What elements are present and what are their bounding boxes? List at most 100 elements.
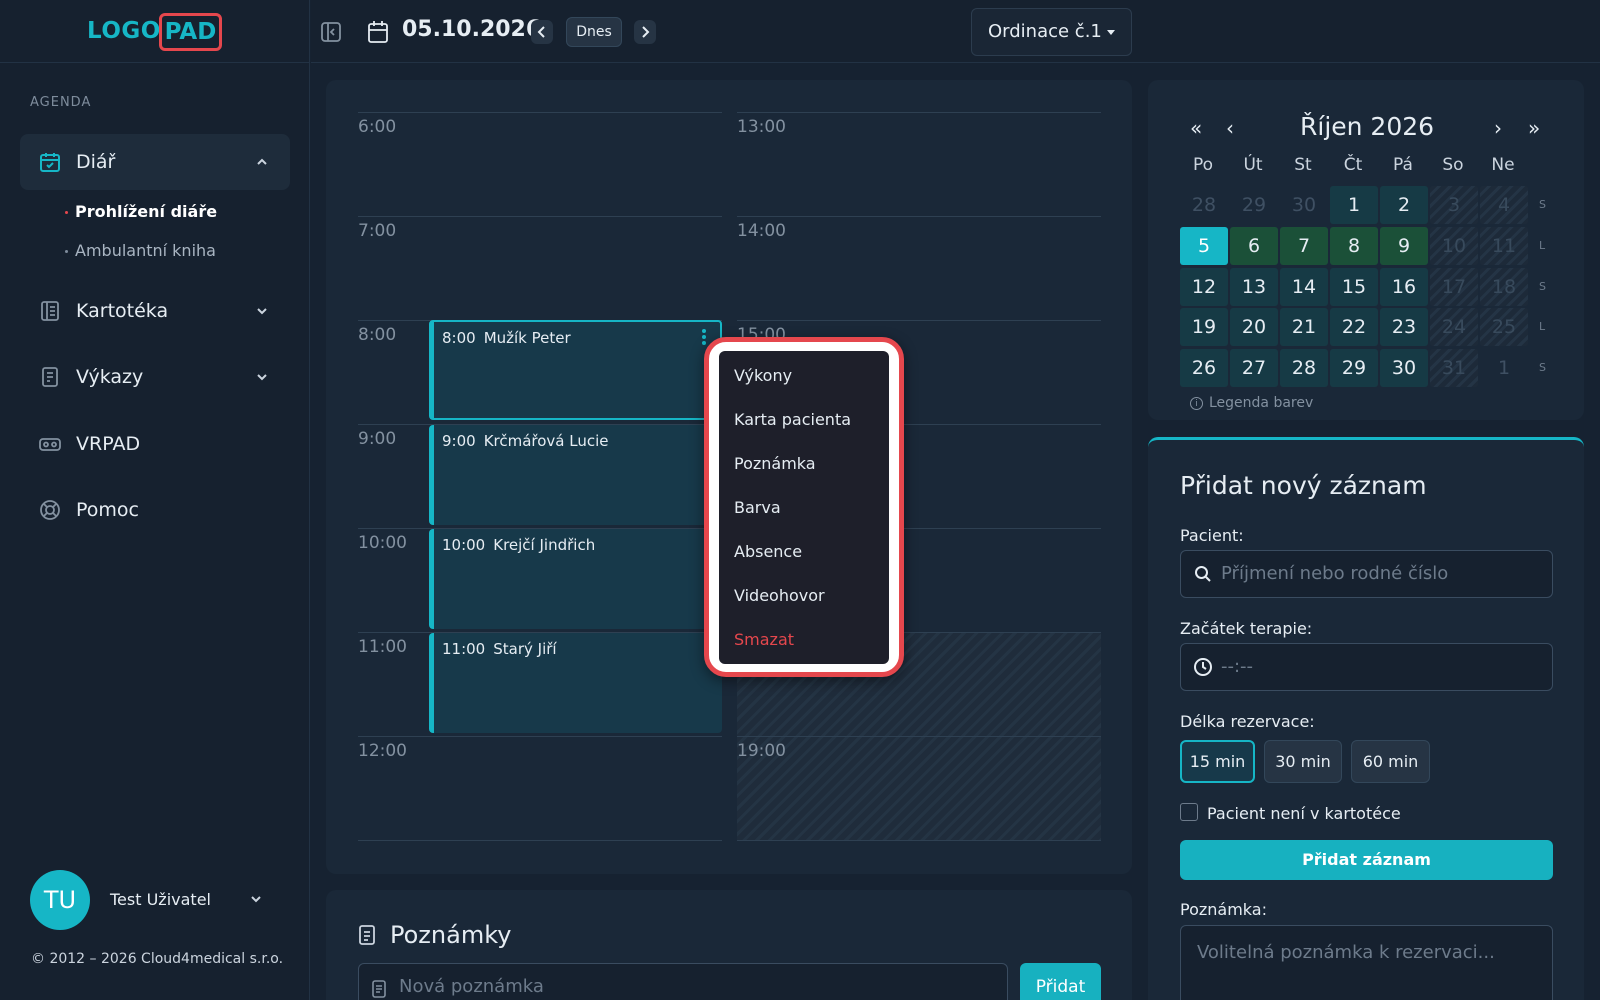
calendar-day[interactable]: 17 bbox=[1430, 268, 1478, 306]
subitem-label: Prohlížení diáře bbox=[75, 202, 218, 221]
appointment[interactable]: 11:00 Starý Jiří bbox=[429, 633, 722, 733]
calendar-day[interactable]: 5 bbox=[1180, 227, 1228, 265]
next-day-button[interactable] bbox=[634, 20, 656, 44]
calendar-day[interactable]: 14 bbox=[1280, 268, 1328, 306]
menu-item-vykony[interactable]: Výkony bbox=[734, 366, 792, 385]
calendar-day[interactable]: 23 bbox=[1380, 308, 1428, 346]
chevron-down-icon[interactable] bbox=[248, 891, 264, 907]
chevron-down-icon bbox=[257, 374, 267, 381]
appointment[interactable]: 10:00 Krejčí Jindřich bbox=[429, 529, 722, 629]
time-label: 10:00 bbox=[358, 533, 407, 553]
add-note-button[interactable]: Přidat bbox=[1020, 963, 1101, 1000]
add-record-button[interactable]: Přidat záznam bbox=[1180, 840, 1553, 880]
menu-item-absence[interactable]: Absence bbox=[734, 542, 802, 561]
avatar[interactable]: TU bbox=[30, 870, 90, 930]
calendar-day[interactable]: 16 bbox=[1380, 268, 1428, 306]
chevron-right-icon bbox=[642, 26, 650, 38]
next-month-button[interactable]: › bbox=[1494, 116, 1502, 140]
patient-search-input[interactable]: Příjmení nebo rodné číslo bbox=[1180, 550, 1553, 598]
calendar-day[interactable]: 31 bbox=[1430, 349, 1478, 387]
calendar-day[interactable]: 22 bbox=[1330, 308, 1378, 346]
appointment[interactable]: 9:00 Krčmářová Lucie bbox=[429, 425, 722, 525]
calendar-icon bbox=[368, 21, 388, 43]
sidebar-item-vrpad[interactable]: VRPAD bbox=[20, 416, 290, 472]
sidebar-subitem-prohlizeni[interactable]: Prohlížení diáře bbox=[65, 202, 218, 221]
calendar-day[interactable]: 19 bbox=[1180, 308, 1228, 346]
calendar-day[interactable]: 21 bbox=[1280, 308, 1328, 346]
calendar-day[interactable]: 12 bbox=[1180, 268, 1228, 306]
sidebar-item-label: VRPAD bbox=[76, 433, 141, 455]
start-time-placeholder: --:-- bbox=[1221, 656, 1254, 677]
logo[interactable]: LOGO PAD bbox=[0, 0, 310, 63]
time-label: 14:00 bbox=[737, 221, 786, 241]
appointment-time: 10:00 bbox=[442, 536, 486, 554]
calendar-day[interactable]: 11 bbox=[1480, 227, 1528, 265]
duration-15-button[interactable]: 15 min bbox=[1180, 740, 1255, 783]
calendar-day[interactable]: 3 bbox=[1430, 186, 1478, 224]
calendar-day[interactable]: 2 bbox=[1380, 186, 1428, 224]
not-in-index-checkbox[interactable] bbox=[1180, 803, 1198, 821]
calendar-day[interactable]: 27 bbox=[1230, 349, 1278, 387]
hour-line bbox=[737, 320, 1101, 321]
duration-30-button[interactable]: 30 min bbox=[1264, 740, 1342, 783]
prev-month-button[interactable]: ‹ bbox=[1226, 116, 1234, 140]
weekday-header: St bbox=[1294, 155, 1312, 175]
calendar-day[interactable]: 25 bbox=[1480, 308, 1528, 346]
calendar-day[interactable]: 26 bbox=[1180, 349, 1228, 387]
week-tag: S bbox=[1539, 361, 1546, 374]
calendar-day: 29 bbox=[1241, 194, 1267, 216]
calendar-day[interactable]: 1 bbox=[1330, 186, 1378, 224]
notes-title: Poznámky bbox=[390, 921, 512, 949]
hour-line bbox=[358, 112, 722, 113]
menu-item-karta-pacienta[interactable]: Karta pacienta bbox=[734, 410, 851, 429]
user-name[interactable]: Test Uživatel bbox=[110, 890, 211, 909]
more-options-icon[interactable] bbox=[702, 329, 706, 345]
office-select[interactable]: Ordinace č.1 bbox=[971, 8, 1132, 56]
calendar-day[interactable]: 4 bbox=[1480, 186, 1528, 224]
document-icon bbox=[372, 980, 386, 998]
time-label: 7:00 bbox=[358, 221, 397, 241]
time-label: 19:00 bbox=[737, 741, 786, 761]
new-note-input[interactable]: Nová poznámka bbox=[358, 963, 1008, 1000]
duration-60-button[interactable]: 60 min bbox=[1351, 740, 1430, 783]
prev-year-button[interactable]: « bbox=[1190, 116, 1202, 140]
appointment[interactable]: 8:00 Mužík Peter bbox=[429, 320, 722, 420]
menu-item-poznamka[interactable]: Poznámka bbox=[734, 454, 816, 473]
calendar-day[interactable]: 28 bbox=[1280, 349, 1328, 387]
sidebar-item-pomoc[interactable]: Pomoc bbox=[20, 482, 290, 538]
sidebar-item-kartoteka[interactable]: Kartotéka bbox=[20, 283, 290, 339]
calendar-day[interactable]: 20 bbox=[1230, 308, 1278, 346]
calendar-day[interactable]: 15 bbox=[1330, 268, 1378, 306]
color-legend[interactable]: i Legenda barev bbox=[1190, 395, 1313, 411]
appointment-patient: Krčmářová Lucie bbox=[483, 432, 609, 450]
time-label: 11:00 bbox=[358, 637, 407, 657]
week-tag: S bbox=[1539, 198, 1546, 211]
weekday-header: Po bbox=[1192, 155, 1214, 175]
calendar-day[interactable]: 29 bbox=[1330, 349, 1378, 387]
calendar-day[interactable]: 8 bbox=[1330, 227, 1378, 265]
calendar-day[interactable]: 24 bbox=[1430, 308, 1478, 346]
calendar-day[interactable]: 6 bbox=[1230, 227, 1278, 265]
today-button[interactable]: Dnes bbox=[566, 17, 622, 47]
reservation-note-textarea[interactable]: Volitelná poznámka k rezervaci... bbox=[1180, 925, 1553, 1000]
sidebar-item-label: Výkazy bbox=[76, 366, 144, 388]
menu-item-videohovor[interactable]: Videohovor bbox=[734, 586, 825, 605]
next-year-button[interactable]: » bbox=[1528, 116, 1540, 140]
start-time-input[interactable]: --:-- bbox=[1180, 643, 1553, 691]
time-label: 6:00 bbox=[358, 117, 397, 137]
menu-item-barva[interactable]: Barva bbox=[734, 498, 781, 517]
calendar-day[interactable]: 13 bbox=[1230, 268, 1278, 306]
sidebar-item-vykazy[interactable]: Výkazy bbox=[20, 349, 290, 405]
prev-day-button[interactable] bbox=[531, 20, 553, 44]
calendar-day[interactable]: 10 bbox=[1430, 227, 1478, 265]
menu-item-delete[interactable]: Smazat bbox=[734, 630, 794, 649]
appointment-time: 9:00 bbox=[442, 432, 476, 450]
calendar-day[interactable]: 30 bbox=[1380, 349, 1428, 387]
sidebar-item-diar[interactable]: Diář bbox=[20, 134, 290, 190]
calendar-day[interactable]: 7 bbox=[1280, 227, 1328, 265]
sidebar-subitem-ambulantni[interactable]: Ambulantní kniha bbox=[65, 241, 216, 260]
calendar-day[interactable]: 9 bbox=[1380, 227, 1428, 265]
sidebar-toggle-icon[interactable] bbox=[320, 21, 342, 43]
sidebar-item-label: Kartotéka bbox=[76, 300, 169, 322]
calendar-day[interactable]: 18 bbox=[1480, 268, 1528, 306]
